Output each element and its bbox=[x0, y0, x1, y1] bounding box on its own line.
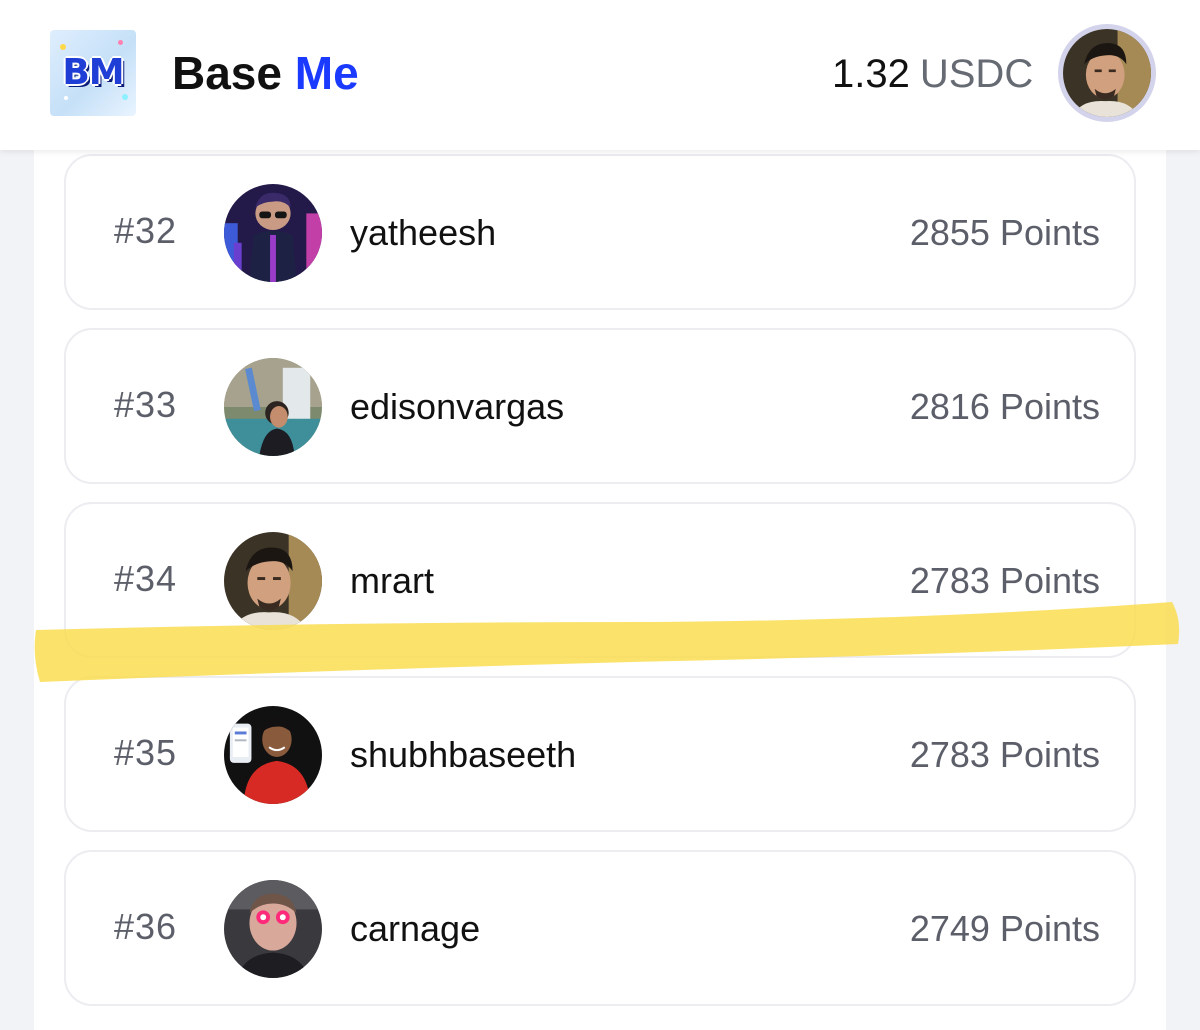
leaderboard-row-current-user[interactable]: #34 mrart 2783 Points bbox=[64, 502, 1136, 658]
3d-character-avatar-icon bbox=[224, 184, 322, 282]
profile-avatar[interactable] bbox=[1058, 24, 1156, 122]
rank: #34 bbox=[114, 558, 178, 599]
user-avatar bbox=[224, 706, 322, 804]
points: 2855 Points bbox=[909, 212, 1100, 253]
user-avatar bbox=[224, 184, 322, 282]
balance-unit: USDC bbox=[919, 52, 1034, 96]
leaderboard-row[interactable]: #36 carnage 2749 Points bbox=[64, 850, 1136, 1006]
leaderboard-row[interactable]: #35 shubhbaseeth 2783 Points bbox=[64, 676, 1136, 832]
app-title-primary: Base bbox=[172, 47, 282, 99]
points: 2749 Points bbox=[909, 908, 1100, 949]
rank: #36 bbox=[114, 906, 178, 947]
balance-amount: 1.32 bbox=[832, 52, 910, 96]
rank: #32 bbox=[114, 210, 178, 251]
red-hoodie-avatar-icon bbox=[224, 706, 322, 804]
app-header: BM Base Me 1.32 USDC bbox=[0, 0, 1200, 150]
username: shubhbaseeth bbox=[350, 734, 577, 775]
username: carnage bbox=[350, 908, 481, 949]
waterfall-photo-avatar-icon bbox=[224, 358, 322, 456]
app-title-accent: Me bbox=[294, 47, 359, 99]
rank: #33 bbox=[114, 384, 178, 425]
glowing-eyes-avatar-icon bbox=[224, 880, 322, 978]
leaderboard-row[interactable]: #33 edisonvargas 2816 Points bbox=[64, 328, 1136, 484]
user-avatar bbox=[224, 880, 322, 978]
rank: #35 bbox=[114, 732, 178, 773]
points: 2783 Points bbox=[909, 560, 1100, 601]
username: yatheesh bbox=[350, 212, 497, 253]
points: 2783 Points bbox=[909, 734, 1100, 775]
points: 2816 Points bbox=[909, 386, 1100, 427]
base-me-logo[interactable]: BM bbox=[50, 30, 136, 116]
leaderboard-row[interactable]: #32 yatheesh 2855 Points bbox=[64, 154, 1136, 310]
user-avatar bbox=[224, 358, 322, 456]
user-avatar-icon bbox=[1063, 29, 1151, 117]
portrait-avatar-icon bbox=[224, 532, 322, 630]
user-avatar bbox=[224, 532, 322, 630]
username: edisonvargas bbox=[350, 386, 565, 427]
usdc-balance: 1.32 USDC bbox=[832, 52, 1033, 97]
app-title: Base Me bbox=[172, 46, 359, 100]
username: mrart bbox=[350, 560, 434, 601]
logo-text: BM bbox=[62, 52, 124, 93]
